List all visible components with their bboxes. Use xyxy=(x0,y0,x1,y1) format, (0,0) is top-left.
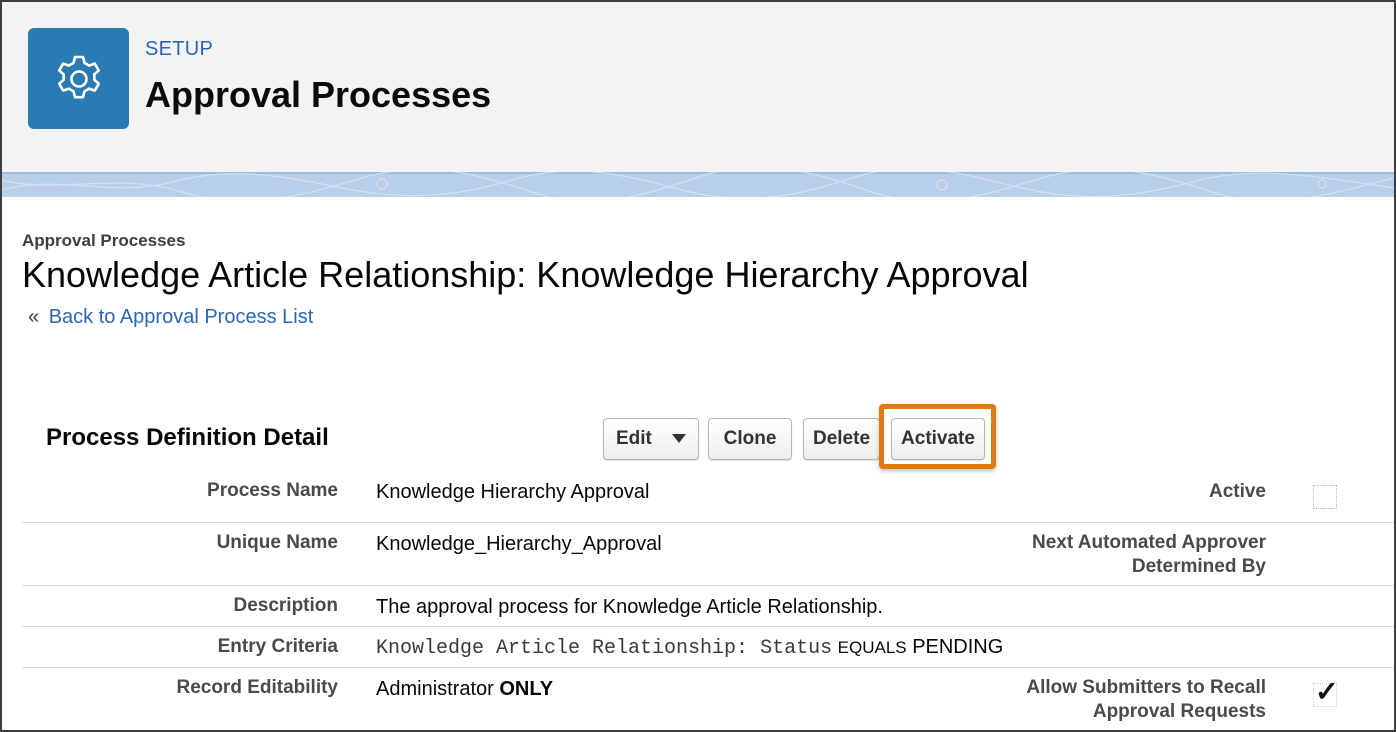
description-value: The approval process for Knowledge Artic… xyxy=(376,596,883,618)
allow-recall-label-line1: Allow Submitters to Recall xyxy=(1026,677,1266,698)
header-title: Approval Processes xyxy=(145,74,492,115)
clone-button[interactable]: Clone xyxy=(708,418,792,460)
row-unique-name: Unique Name Knowledge_Hierarchy_Approval… xyxy=(22,523,1394,586)
back-arrows: « xyxy=(28,306,40,328)
description-label: Description xyxy=(233,595,338,616)
row-entry-criteria: Entry Criteria Knowledge Article Relatio… xyxy=(22,627,1394,668)
allow-recall-checkbox: ✓ xyxy=(1313,676,1338,707)
checkmark-icon: ✓ xyxy=(1315,676,1339,707)
next-approver-label-line2: Determined By xyxy=(1131,556,1266,577)
edit-button[interactable]: Edit xyxy=(603,418,699,460)
gear-icon xyxy=(28,28,129,129)
chevron-down-icon[interactable] xyxy=(672,434,686,443)
edit-button-label: Edit xyxy=(616,428,652,449)
delete-button[interactable]: Delete xyxy=(803,418,880,460)
entry-criteria-label: Entry Criteria xyxy=(217,636,338,657)
back-link-container: « Back to Approval Process List xyxy=(28,306,313,329)
row-process-name: Process Name Knowledge Hierarchy Approva… xyxy=(22,470,1394,523)
criteria-field: Knowledge Article Relationship: Status xyxy=(376,637,833,660)
decorative-band xyxy=(2,172,1394,197)
editability-strong: ONLY xyxy=(499,678,554,700)
next-approver-label: Next Automated Approver Determined By xyxy=(1032,531,1266,579)
record-editability-value: Administrator ONLY xyxy=(376,678,553,701)
unique-name-value: Knowledge_Hierarchy_Approval xyxy=(376,533,662,555)
row-record-editability: Record Editability Administrator ONLY Al… xyxy=(22,668,1394,730)
page-frame: SETUP Approval Processes Approval Proces… xyxy=(0,0,1396,732)
row-description: Description The approval process for Kno… xyxy=(22,586,1394,627)
active-checkbox xyxy=(1313,485,1337,509)
back-to-list-link[interactable]: Back to Approval Process List xyxy=(49,306,314,328)
allow-recall-label: Allow Submitters to Recall Approval Requ… xyxy=(1026,676,1266,724)
allow-recall-label-line2: Approval Requests xyxy=(1092,701,1266,722)
active-label: Active xyxy=(1208,481,1266,502)
unique-name-label: Unique Name xyxy=(216,532,338,553)
criteria-value: PENDING xyxy=(912,636,1004,658)
setup-header: SETUP Approval Processes xyxy=(2,2,1394,172)
breadcrumb: Approval Processes xyxy=(22,231,186,250)
section-title: Process Definition Detail xyxy=(46,424,329,451)
header-eyebrow: SETUP xyxy=(145,38,214,60)
activate-button[interactable]: Activate xyxy=(891,418,985,460)
process-name-label: Process Name xyxy=(207,480,338,501)
record-editability-label: Record Editability xyxy=(176,677,338,698)
next-approver-label-line1: Next Automated Approver xyxy=(1031,532,1266,553)
page-title: Knowledge Article Relationship: Knowledg… xyxy=(22,254,1029,295)
criteria-operator: EQUALS xyxy=(837,638,907,657)
entry-criteria-value: Knowledge Article Relationship: Status E… xyxy=(376,636,1003,660)
editability-prefix: Administrator xyxy=(376,678,494,700)
process-name-value: Knowledge Hierarchy Approval xyxy=(376,481,650,503)
